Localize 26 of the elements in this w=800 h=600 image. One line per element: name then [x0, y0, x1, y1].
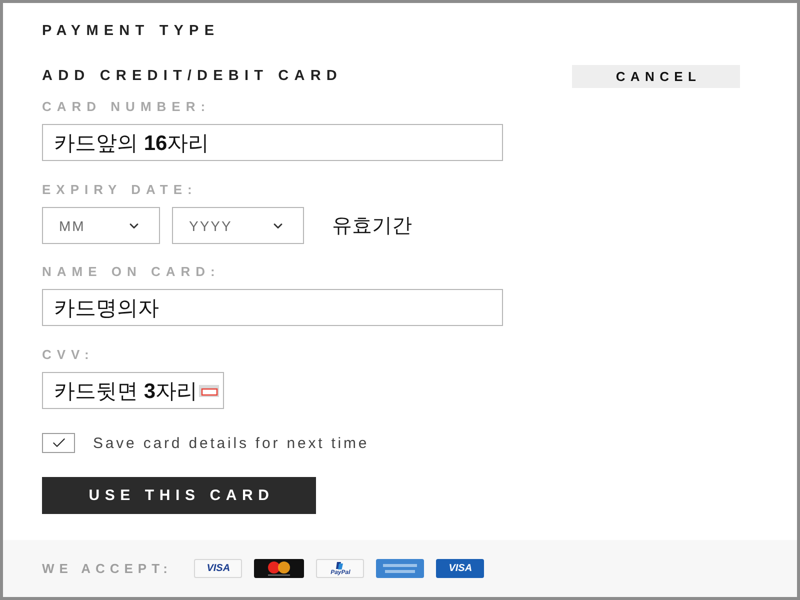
field-label: NAME ON CARD:: [42, 265, 220, 279]
expiry-note: 유효기간: [332, 214, 412, 239]
name-field[interactable]: 카드명의자: [42, 289, 503, 326]
select-placeholder: YYYY: [189, 218, 232, 234]
field-label: CVV:: [42, 348, 94, 362]
card-logo-icon: [376, 559, 424, 578]
card-icon: [198, 384, 219, 396]
section-title: PAYMENT TYPE: [42, 23, 220, 40]
card-logo-icon: [254, 559, 304, 578]
year-select[interactable]: YYYY: [172, 207, 304, 244]
month-select[interactable]: MM: [42, 207, 160, 244]
form-title: ADD CREDIT/DEBIT CARD: [42, 68, 342, 85]
use-card-button[interactable]: USE THIS CARD: [42, 477, 316, 514]
cvv-value: 카드뒷면 3자리: [54, 378, 198, 404]
cvv-field[interactable]: 카드뒷면 3자리: [42, 372, 224, 409]
cancel-button[interactable]: CANCEL: [572, 65, 740, 88]
paypal-mark-icon: [336, 562, 344, 570]
select-placeholder: MM: [59, 218, 86, 234]
visa-logo: VISA: [194, 559, 242, 578]
field-label: CARD NUMBER:: [42, 100, 211, 114]
accept-label: WE ACCEPT:: [42, 561, 172, 576]
field-label: EXPIRY DATE:: [42, 183, 198, 197]
save-card-checkbox[interactable]: [42, 433, 75, 453]
checkbox-label: Save card details for next time: [93, 434, 370, 452]
visa-logo: VISA: [436, 559, 484, 578]
card-number-field[interactable]: 카드앞의 16자리: [42, 124, 503, 161]
